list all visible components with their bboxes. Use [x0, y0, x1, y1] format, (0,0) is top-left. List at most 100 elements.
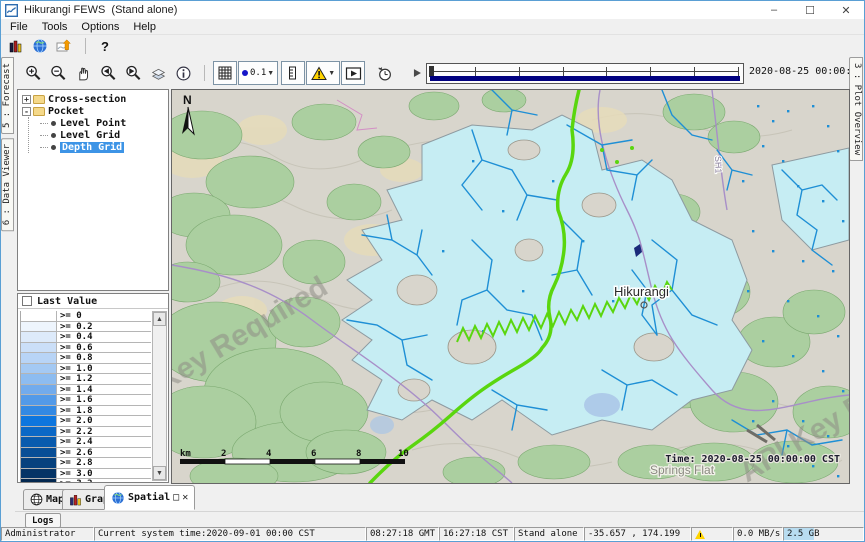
scale-bar-button[interactable] — [281, 61, 305, 85]
legend-swatch — [21, 385, 57, 395]
tree-item-level-point[interactable]: Level Point — [40, 117, 168, 129]
interval-dot-icon — [242, 70, 248, 76]
tab-forecast[interactable]: 5 : Forecast — [1, 57, 14, 134]
zoom-next-button[interactable] — [121, 61, 145, 85]
svg-text:2: 2 — [221, 449, 226, 459]
bullet-icon — [51, 121, 56, 126]
status-bar: Administrator Current system time:2020-0… — [1, 527, 864, 541]
legend-label: >= 3.2 — [57, 479, 151, 483]
tree-item-cross-section[interactable]: + Cross-section — [18, 93, 168, 105]
scroll-down-icon[interactable]: ▼ — [153, 466, 166, 480]
legend-swatch — [21, 469, 57, 479]
legend-row: >= 1.6 — [21, 395, 151, 406]
tree-item-level-grid[interactable]: Level Grid — [40, 129, 168, 141]
panel-close-icon[interactable]: ✕ — [182, 492, 188, 503]
map-canvas[interactable]: API Key Required API Key Required Hikura… — [171, 89, 850, 484]
zoom-out-icon — [50, 65, 67, 82]
scroll-up-icon[interactable]: ▲ — [153, 312, 166, 326]
map-display-button[interactable] — [29, 36, 51, 56]
menu-tools[interactable]: Tools — [35, 20, 75, 34]
menu-help[interactable]: Help — [126, 20, 163, 34]
legend-label: >= 0 — [57, 311, 151, 321]
legend-swatch — [21, 427, 57, 437]
spatial-display-button[interactable] — [53, 36, 75, 56]
menu-options[interactable]: Options — [74, 20, 126, 34]
legend-label: >= 0.4 — [57, 332, 151, 342]
svg-text:N: N — [183, 93, 192, 107]
collapse-icon[interactable]: - — [22, 107, 31, 116]
animation-button[interactable] — [341, 61, 365, 85]
status-warning-cell[interactable] — [691, 527, 733, 541]
legend-table: >= 0 >= 0.2 >= 0.4 >= 0.6 >= 0.8 >= 1.0 … — [20, 311, 151, 482]
legend-label: >= 2.4 — [57, 437, 151, 447]
legend-swatch — [21, 458, 57, 468]
tree-item-label: Level Point — [60, 118, 126, 129]
tree-item-label-selected: Depth Grid — [60, 142, 124, 153]
title-bar: Hikurangi FEWS (Stand alone) – ☐ ✕ — [1, 1, 864, 19]
legend-scrollbar[interactable]: ▲ ▼ — [152, 311, 167, 481]
database-button[interactable] — [5, 36, 27, 56]
chart-arrow-icon — [56, 38, 73, 54]
expand-icon[interactable]: + — [22, 95, 31, 104]
tree-item-depth-grid[interactable]: Depth Grid — [40, 141, 168, 153]
legend-swatch — [21, 311, 57, 321]
time-span-bar — [430, 76, 740, 81]
tab-spatial[interactable]: Spatial □ ✕ — [104, 485, 195, 510]
minimize-button[interactable]: – — [756, 1, 792, 19]
memory-label: 2.5 GB — [787, 529, 820, 539]
logs-button[interactable]: Logs — [25, 513, 61, 528]
legend-label: >= 2.0 — [57, 416, 151, 426]
svg-text:km: km — [180, 449, 191, 459]
legend-label: >= 2.2 — [57, 427, 151, 437]
info-button[interactable] — [171, 61, 195, 85]
warning-icon — [311, 66, 327, 81]
window-title: Hikurangi FEWS (Stand alone) — [24, 4, 177, 16]
status-user: Administrator — [1, 527, 94, 541]
close-button[interactable]: ✕ — [828, 1, 864, 19]
time-slider[interactable] — [426, 63, 744, 84]
status-mode: Stand alone — [514, 527, 584, 541]
tab-data-viewer[interactable]: 6 : Data Viewer — [1, 138, 14, 231]
folder-icon — [33, 95, 45, 104]
legend-row: >= 1.0 — [21, 364, 151, 375]
globe-icon — [111, 491, 125, 505]
maximize-button[interactable]: ☐ — [792, 1, 828, 19]
pan-button[interactable] — [71, 61, 95, 85]
zoom-next-icon — [124, 65, 142, 82]
time-settings-button[interactable] — [372, 61, 396, 85]
wire-globe-icon — [30, 493, 43, 506]
help-button[interactable]: ? — [94, 36, 116, 56]
road-label: SH1 — [713, 156, 724, 174]
grid-display-button[interactable] — [213, 61, 237, 85]
legend-row: >= 0.8 — [21, 353, 151, 364]
tree-item-label: Level Grid — [60, 130, 120, 141]
current-time-label: 2020-08-25 00:00:00 CST — [749, 66, 865, 77]
zoom-in-button[interactable] — [21, 61, 45, 85]
status-memory: 2.5 GB — [783, 527, 864, 541]
legend-row: >= 3.0 — [21, 469, 151, 480]
legend-label: >= 1.2 — [57, 374, 151, 384]
class-interval-dropdown[interactable]: 0.1 ▼ — [238, 61, 278, 85]
zoom-out-button[interactable] — [46, 61, 70, 85]
layers-button[interactable] — [146, 61, 170, 85]
panel-maximize-icon[interactable]: □ — [173, 492, 179, 503]
legend-row: >= 0.6 — [21, 343, 151, 354]
tab-plot-overview[interactable]: 3 : Plot Overview — [849, 57, 863, 161]
zoom-previous-button[interactable] — [96, 61, 120, 85]
status-transfer-rate: 0.0 MB/s — [733, 527, 783, 541]
tree-item-label: Pocket — [48, 106, 84, 117]
last-value-checkbox[interactable] — [22, 296, 32, 306]
legend-label: >= 3.0 — [57, 469, 151, 479]
legend-swatch — [21, 406, 57, 416]
warning-threshold-dropdown[interactable]: ▼ — [306, 61, 340, 85]
menu-bar: File Tools Options Help — [1, 19, 864, 35]
bullet-icon — [51, 145, 56, 150]
database-icon — [8, 38, 24, 54]
menu-file[interactable]: File — [3, 20, 35, 34]
legend-label: >= 0.2 — [57, 322, 151, 332]
legend-swatch — [21, 416, 57, 426]
tree-item-pocket[interactable]: - Pocket — [18, 105, 168, 117]
stopwatch-icon — [376, 65, 393, 82]
last-value-label: Last Value — [37, 296, 97, 307]
chevron-down-icon: ▼ — [267, 70, 274, 77]
